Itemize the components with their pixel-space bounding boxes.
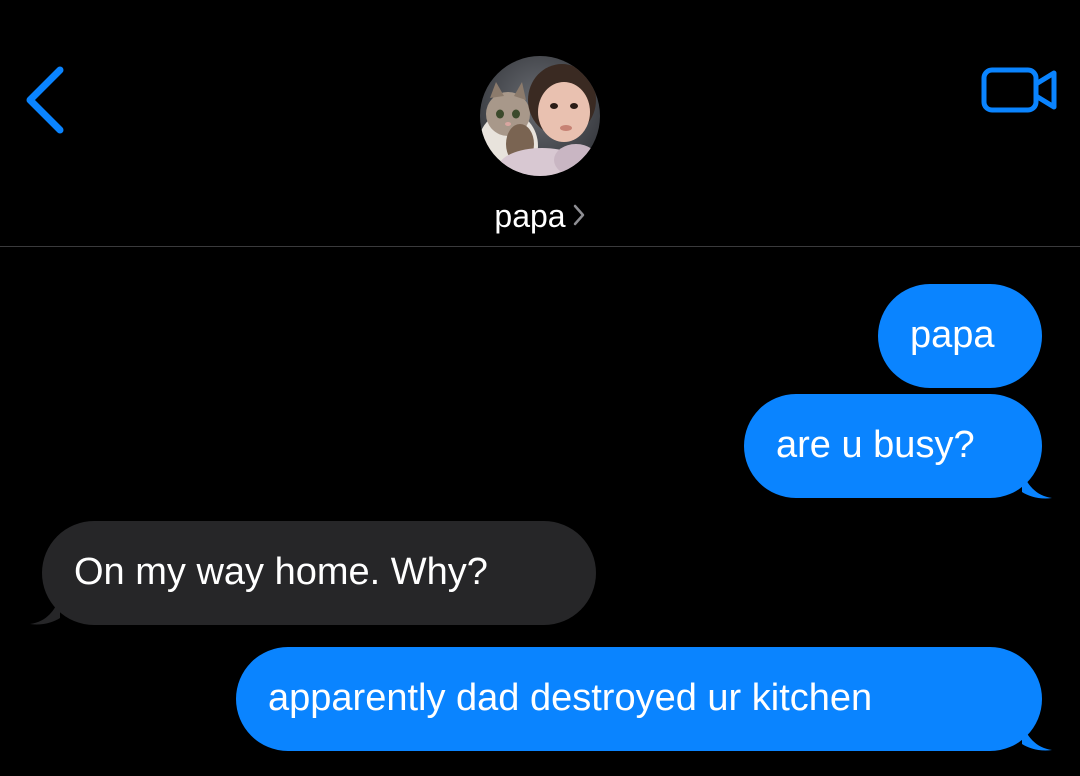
contact-name: papa xyxy=(494,198,566,234)
message-text: On my way home. Why? xyxy=(74,551,488,593)
video-call-button[interactable] xyxy=(978,62,1062,118)
bubble-tail xyxy=(1022,470,1052,499)
header-divider xyxy=(0,246,1080,247)
message-bubble-sent[interactable]: apparently dad destroyed ur kitchen xyxy=(236,647,1042,751)
contact-avatar[interactable] xyxy=(480,56,600,176)
message-bubble-sent[interactable]: papa xyxy=(878,284,1042,388)
chevron-right-icon xyxy=(572,196,586,236)
contact-name-button[interactable]: papa xyxy=(0,196,1080,236)
message-bubble-received[interactable]: On my way home. Why? xyxy=(42,521,596,625)
avatar-photo xyxy=(480,56,600,176)
bubble-tail xyxy=(1022,722,1052,751)
message-bubble-sent[interactable]: are u busy? xyxy=(744,394,1042,498)
chevron-left-icon xyxy=(26,66,64,134)
message-text: apparently dad destroyed ur kitchen xyxy=(268,677,873,719)
video-camera-icon xyxy=(981,67,1057,113)
message-text: papa xyxy=(910,314,995,356)
message-text: are u busy? xyxy=(776,424,975,466)
back-button[interactable] xyxy=(18,60,78,140)
bubble-tail xyxy=(30,596,60,625)
conversation-header: papa xyxy=(0,0,1080,246)
